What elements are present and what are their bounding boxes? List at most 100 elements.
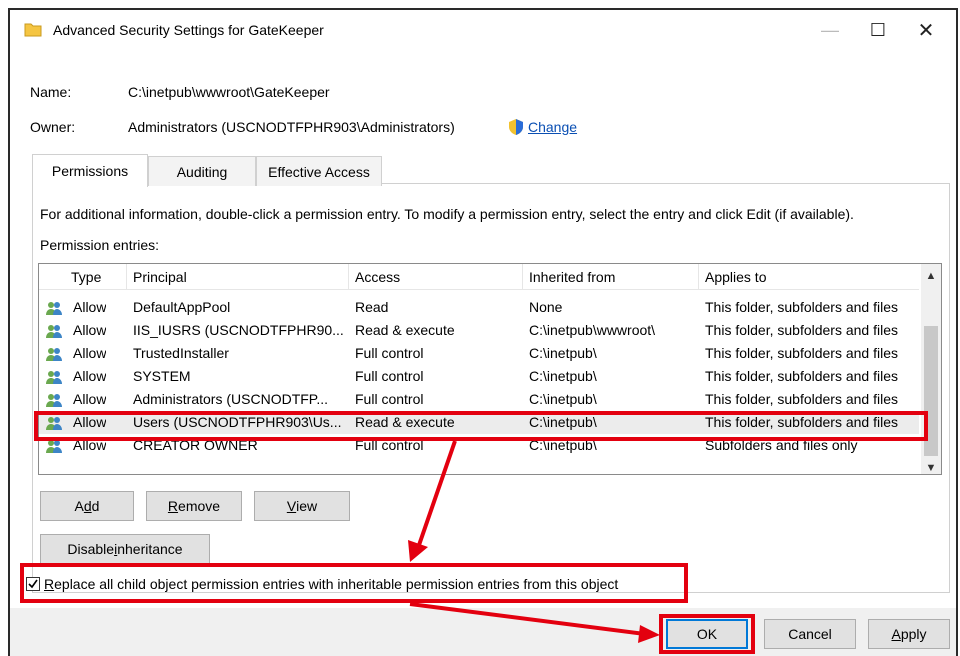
disable-inheritance-label-suffix: nheritance: [117, 541, 183, 557]
close-button[interactable]: ✕: [906, 16, 946, 44]
user-group-icon: [46, 325, 62, 338]
apply-button-access-key: A: [891, 626, 901, 642]
cell-access: Full control: [355, 368, 424, 384]
scrollbar-thumb[interactable]: [924, 326, 938, 456]
scroll-down-icon[interactable]: ▼: [921, 458, 941, 474]
table-row[interactable]: Allow IIS_IUSRS (USCNODTFPHR90... Read &…: [39, 319, 919, 342]
view-button-access-key: V: [286, 498, 297, 514]
cell-applies-to: This folder, subfolders and files: [705, 322, 898, 338]
cell-principal: Administrators (USCNODTFP...: [133, 391, 328, 407]
cell-inherited-from: C:\inetpub\: [529, 345, 597, 361]
cell-applies-to: Subfolders and files only: [705, 437, 858, 453]
tab-auditing[interactable]: Auditing: [148, 156, 256, 186]
name-value: C:\inetpub\wwwroot\GateKeeper: [128, 84, 330, 100]
window-title: Advanced Security Settings for GateKeepe…: [53, 22, 324, 38]
cell-principal: SYSTEM: [133, 368, 191, 384]
cell-inherited-from: C:\inetpub\: [529, 368, 597, 384]
user-group-icon: [46, 371, 62, 384]
owner-value: Administrators (USCNODTFPHR903\Administr…: [128, 119, 455, 135]
cell-type: Allow: [73, 299, 107, 315]
cell-principal: IIS_IUSRS (USCNODTFPHR90...: [133, 322, 344, 338]
column-header-principal[interactable]: Principal: [127, 264, 349, 290]
table-row[interactable]: Allow TrustedInstaller Full control C:\i…: [39, 342, 919, 365]
name-label: Name:: [30, 84, 72, 100]
help-text: For additional information, double-click…: [40, 206, 854, 222]
cell-access: Full control: [355, 345, 424, 361]
minimize-button[interactable]: —: [810, 16, 850, 44]
maximize-button[interactable]: ☐: [858, 16, 898, 44]
apply-button-label-suffix: pply: [900, 626, 927, 642]
cell-access: Full control: [355, 391, 424, 407]
table-row[interactable]: Allow CREATOR OWNER Full control C:\inet…: [39, 434, 919, 457]
disable-inheritance-button[interactable]: Disable i nheritance: [40, 534, 210, 564]
user-group-icon: [46, 394, 62, 407]
tab-permissions[interactable]: Permissions: [32, 154, 148, 187]
replace-child-permissions-checkbox[interactable]: [26, 577, 40, 591]
cell-access: Full control: [355, 437, 424, 453]
cell-inherited-from: C:\inetpub\: [529, 437, 597, 453]
permission-entries-label: Permission entries:: [40, 237, 160, 253]
list-header: Type Principal Access Inherited from App…: [39, 264, 919, 290]
cell-applies-to: This folder, subfolders and files: [705, 391, 898, 407]
user-group-icon: [46, 417, 62, 430]
cell-principal: DefaultAppPool: [133, 299, 231, 315]
cell-inherited-from: C:\inetpub\: [529, 414, 597, 430]
cell-inherited-from: None: [529, 299, 563, 315]
cell-inherited-from: C:\inetpub\: [529, 391, 597, 407]
cancel-button[interactable]: Cancel: [764, 619, 856, 649]
cell-type: Allow: [73, 345, 107, 361]
cell-applies-to: This folder, subfolders and files: [705, 299, 898, 315]
table-row[interactable]: Allow Administrators (USCNODTFP... Full …: [39, 388, 919, 411]
add-button[interactable]: Add: [40, 491, 134, 521]
column-header-applies-to[interactable]: Applies to: [699, 264, 919, 290]
user-group-icon: [46, 302, 62, 315]
cell-access: Read & execute: [355, 322, 455, 338]
cell-inherited-from: C:\inetpub\wwwroot\: [529, 322, 656, 338]
owner-label: Owner:: [30, 119, 76, 135]
folder-icon: [24, 23, 42, 37]
ok-button[interactable]: OK: [666, 619, 748, 649]
view-button-label-suffix: iew: [296, 498, 318, 514]
cell-applies-to: This folder, subfolders and files: [705, 345, 898, 361]
change-owner-link[interactable]: Change: [528, 119, 577, 135]
user-group-icon: [46, 348, 62, 361]
cell-access: Read: [355, 299, 389, 315]
add-button-label-suffix: d: [91, 498, 100, 514]
add-button-access-key: d: [83, 498, 92, 514]
cell-applies-to: This folder, subfolders and files: [705, 414, 898, 430]
cell-type: Allow: [73, 368, 107, 384]
column-header-access[interactable]: Access: [349, 264, 523, 290]
permission-entries-list[interactable]: Type Principal Access Inherited from App…: [38, 263, 942, 475]
replace-child-permissions-text: eplace all child object permission entri…: [54, 576, 619, 592]
cell-applies-to: This folder, subfolders and files: [705, 368, 898, 384]
replace-child-permissions-access-key: R: [44, 576, 55, 592]
disable-inheritance-label-prefix: Disable: [67, 541, 115, 557]
column-header-type[interactable]: Type: [65, 264, 127, 290]
apply-button[interactable]: Apply: [868, 619, 950, 649]
replace-child-permissions-checkbox-row[interactable]: Replace all child object permission entr…: [26, 574, 686, 596]
cell-type: Allow: [73, 437, 107, 453]
title-bar[interactable]: Advanced Security Settings for GateKeepe…: [10, 10, 956, 50]
remove-button-access-key: R: [167, 498, 179, 514]
scroll-up-icon[interactable]: ▲: [921, 266, 941, 286]
column-header-inherited-from[interactable]: Inherited from: [523, 264, 699, 290]
shield-icon: [509, 119, 523, 135]
view-button[interactable]: View: [254, 491, 350, 521]
table-row[interactable]: Allow SYSTEM Full control C:\inetpub\ Th…: [39, 365, 919, 388]
cell-principal: Users (USCNODTFPHR903\Us...: [133, 414, 342, 430]
add-button-label-prefix: A: [74, 498, 84, 514]
tab-effective-access[interactable]: Effective Access: [256, 156, 382, 186]
cell-type: Allow: [73, 414, 107, 430]
user-group-icon: [46, 440, 62, 453]
table-row-selected[interactable]: Allow Users (USCNODTFPHR903\Us... Read &…: [39, 411, 919, 434]
cell-access: Read & execute: [355, 414, 455, 430]
remove-button[interactable]: Remove: [146, 491, 242, 521]
cell-type: Allow: [73, 322, 107, 338]
table-row[interactable]: Allow DefaultAppPool Read None This fold…: [39, 296, 919, 319]
cell-principal: TrustedInstaller: [133, 345, 229, 361]
cell-principal: CREATOR OWNER: [133, 437, 258, 453]
checkmark-icon: [28, 579, 38, 589]
replace-child-permissions-label: Replace all child object permission entr…: [44, 576, 618, 592]
vertical-scrollbar[interactable]: ▲ ▼: [921, 264, 941, 474]
remove-button-label-suffix: emove: [178, 498, 221, 514]
